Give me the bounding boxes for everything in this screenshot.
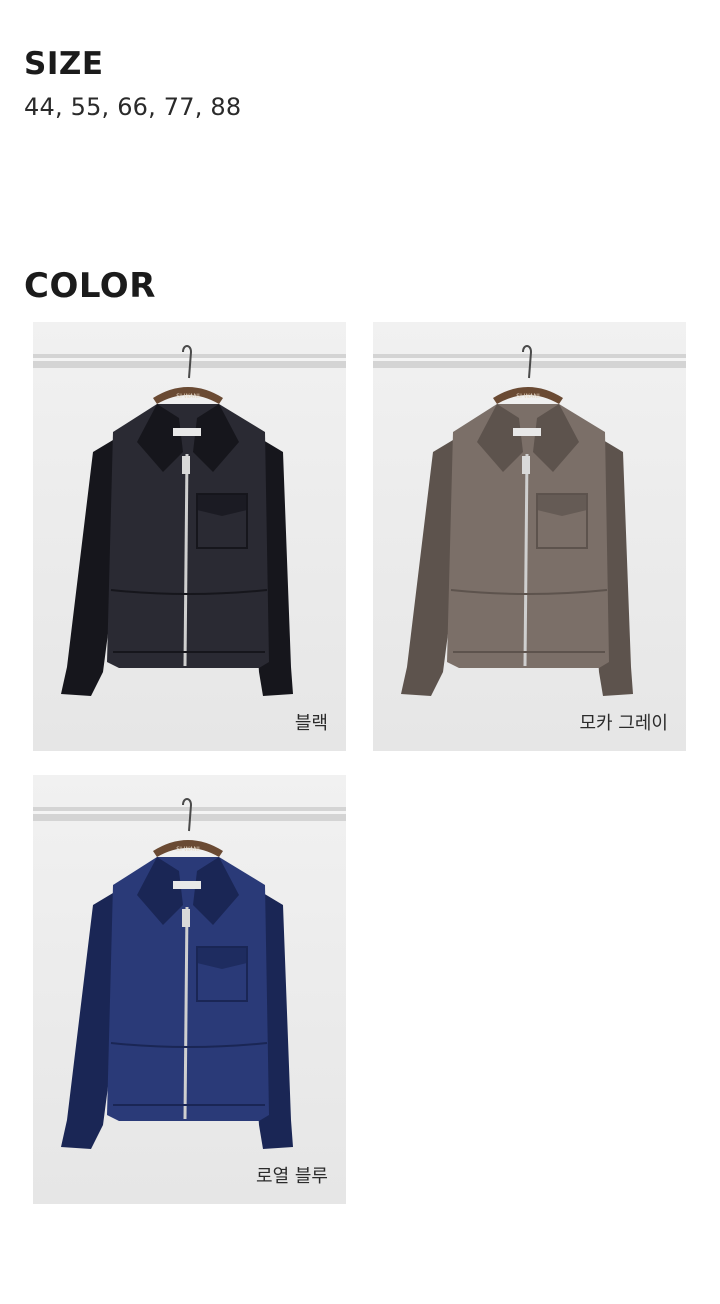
color-swatch-label: 블랙 — [294, 713, 328, 734]
jacket-image: SI WANI — [33, 775, 346, 1204]
hanger-brand-text: SI WANI — [176, 846, 200, 853]
jacket-image: SI WANI — [33, 322, 346, 751]
jacket-image: SI WANI — [373, 322, 686, 751]
jacket-zipper — [183, 906, 189, 1120]
jacket-body — [107, 857, 269, 1121]
color-swatch-mocha-gray: SI WANI 모카 그레이 — [373, 322, 686, 751]
jacket-body — [107, 404, 269, 668]
jacket-zipper — [523, 453, 529, 667]
size-heading: SIZE — [24, 46, 104, 82]
hanger-brand-text: SI WANI — [516, 393, 540, 400]
color-swatch-black: SI WANI 블랙 — [33, 322, 346, 751]
color-swatch-label: 로열 블루 — [256, 1166, 328, 1187]
color-swatch-royal-blue: SI WANI 로열 블루 — [33, 775, 346, 1204]
size-options-text: 44, 55, 66, 77, 88 — [24, 93, 242, 121]
hanger-brand-text: SI WANI — [176, 393, 200, 400]
jacket-zipper — [183, 453, 189, 667]
jacket-body — [447, 404, 609, 668]
color-swatch-label: 모카 그레이 — [579, 713, 668, 734]
color-heading: COLOR — [24, 266, 156, 306]
